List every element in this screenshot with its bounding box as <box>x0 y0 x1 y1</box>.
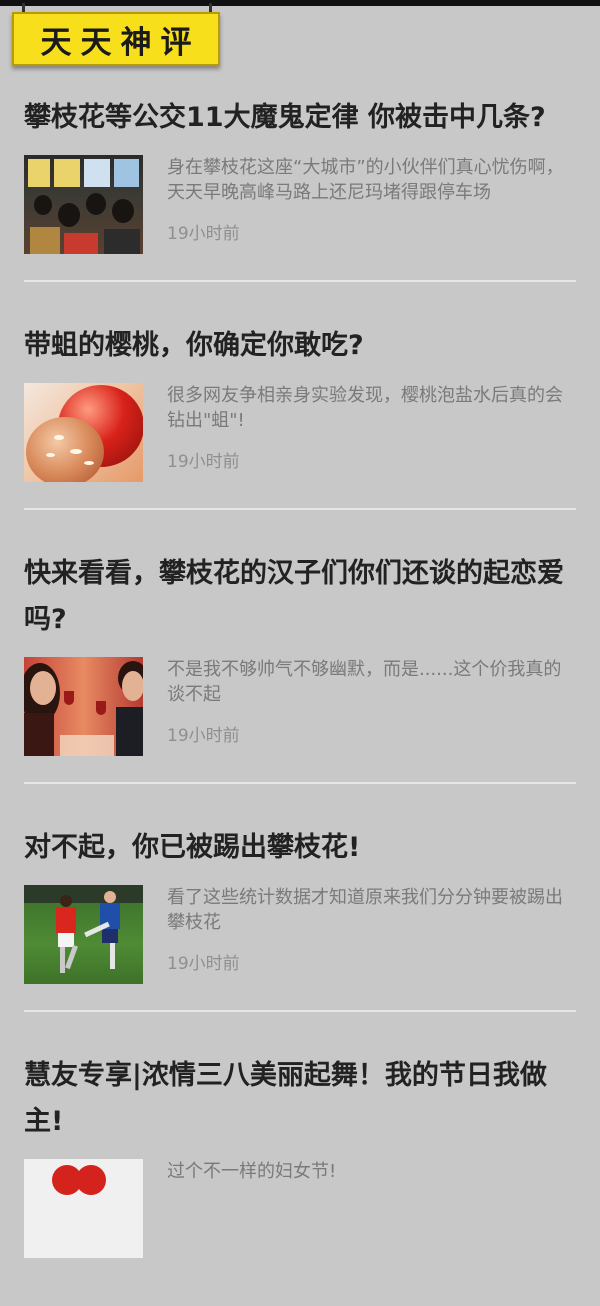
article-title[interactable]: 攀枝花等公交11大魔鬼定律 你被击中几条? <box>24 76 576 141</box>
app-banner: 天天神评 <box>12 12 220 66</box>
article-summary: 不是我不够帅气不够幽默，而是......这个价我真的谈不起 <box>167 659 562 705</box>
article-time: 19小时前 <box>167 726 240 746</box>
heart-photo[interactable] <box>24 1159 143 1258</box>
article-time: 19小时前 <box>167 954 240 974</box>
article-item[interactable]: 对不起，你已被踢出攀枝花! 看了这些统计数据才知道原来我们分分钟要被踢出攀枝花 … <box>24 806 576 1012</box>
article-summary: 看了这些统计数据才知道原来我们分分钟要被踢出攀枝花 <box>167 887 563 933</box>
article-item[interactable]: 攀枝花等公交11大魔鬼定律 你被击中几条? 身在攀枝花这座“大城市”的小伙伴们真… <box>24 76 576 282</box>
article-time: 19小时前 <box>167 452 240 472</box>
article-item[interactable]: 带蛆的樱桃，你确定你敢吃? 很多网友争相亲身实验发现，樱桃泡盐水后真的会钻出"蛆… <box>24 304 576 510</box>
article-summary: 过个不一样的妇女节! <box>167 1161 337 1182</box>
banner-title: 天天神评 <box>40 24 201 61</box>
article-title[interactable]: 带蛆的樱桃，你确定你敢吃? <box>24 304 576 369</box>
soccer-photo[interactable] <box>24 885 143 984</box>
article-title[interactable]: 快来看看，攀枝花的汉子们你们还谈的起恋爱吗? <box>24 532 576 643</box>
article-time: 19小时前 <box>167 224 240 244</box>
article-item[interactable]: 快来看看，攀枝花的汉子们你们还谈的起恋爱吗? 不是我不够帅气不够幽默，而是...… <box>24 532 576 784</box>
article-title[interactable]: 慧友专享|浓情三八美丽起舞！我的节日我做主! <box>24 1034 576 1145</box>
article-item[interactable]: 慧友专享|浓情三八美丽起舞！我的节日我做主! 过个不一样的妇女节! <box>24 1034 576 1284</box>
cherry-photo[interactable] <box>24 383 143 482</box>
article-title[interactable]: 对不起，你已被踢出攀枝花! <box>24 806 576 871</box>
crowded-bus-photo[interactable] <box>24 155 143 254</box>
article-summary: 身在攀枝花这座“大城市”的小伙伴们真心忧伤啊，天天早晚高峰马路上还尼玛堵得跟停车… <box>167 157 564 203</box>
couple-dinner-photo[interactable] <box>24 657 143 756</box>
article-feed: 攀枝花等公交11大魔鬼定律 你被击中几条? 身在攀枝花这座“大城市”的小伙伴们真… <box>24 76 576 1306</box>
article-summary: 很多网友争相亲身实验发现，樱桃泡盐水后真的会钻出"蛆"! <box>167 385 563 431</box>
status-bar <box>0 0 600 6</box>
